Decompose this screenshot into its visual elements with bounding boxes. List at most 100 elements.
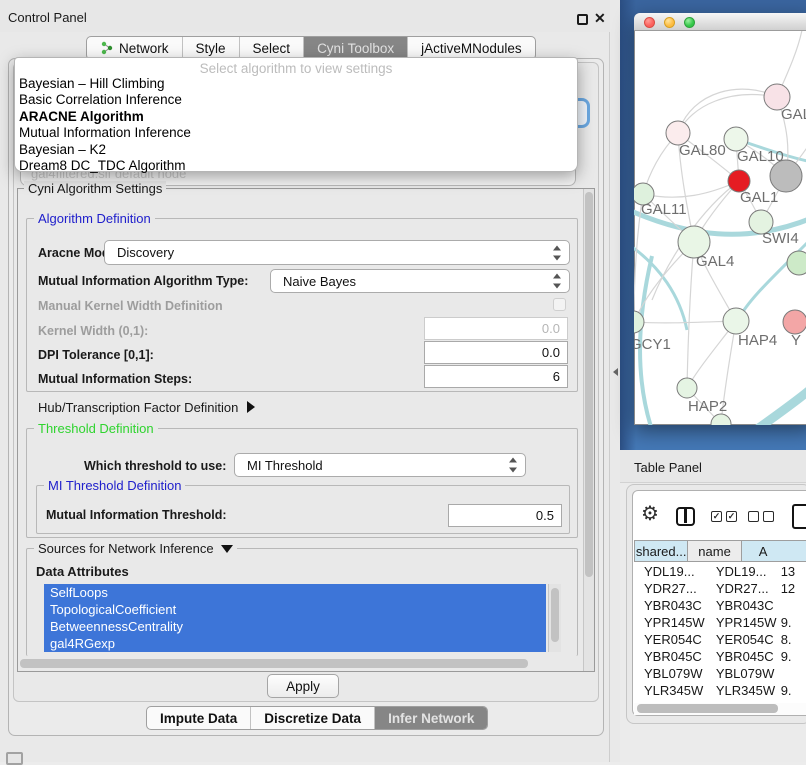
which-threshold-combo[interactable]: MI Threshold bbox=[234, 453, 526, 477]
mi-type-combo[interactable]: Naive Bayes bbox=[270, 269, 570, 293]
dpi-tolerance-field[interactable]: 0.0 bbox=[424, 341, 568, 364]
algorithm-dropdown-placeholder: Select algorithm to view settings bbox=[15, 58, 577, 76]
mi-threshold-label: Mutual Information Threshold: bbox=[46, 508, 227, 522]
network-node[interactable] bbox=[723, 308, 749, 334]
data-attribute-item[interactable]: gal4RGexp bbox=[44, 635, 546, 652]
float-panel-icon[interactable] bbox=[577, 14, 588, 25]
table-row[interactable]: YDR27...YDR27...12 bbox=[634, 580, 806, 597]
table-cell bbox=[778, 597, 806, 614]
algorithm-option[interactable]: Bayesian – K2 bbox=[15, 142, 577, 158]
settings-vertical-scrollbar[interactable] bbox=[583, 189, 594, 671]
panel-splitter[interactable] bbox=[610, 0, 620, 762]
table-cell: 8. bbox=[778, 631, 806, 648]
tab-cyni-toolbox[interactable]: Cyni Toolbox bbox=[304, 37, 408, 59]
table-cell: YBR045C bbox=[634, 648, 706, 665]
settings-group-title: Cyni Algorithm Settings bbox=[24, 181, 166, 196]
algorithm-option[interactable]: Mutual Information Inference bbox=[15, 125, 577, 141]
panel-corner-icon[interactable] bbox=[6, 752, 23, 765]
gear-icon[interactable]: ⚙ bbox=[641, 504, 659, 524]
network-edge[interactable] bbox=[643, 181, 739, 197]
dpi-tolerance-label: DPI Tolerance [0,1]: bbox=[38, 348, 154, 362]
settings-hscroll-thumb[interactable] bbox=[20, 659, 528, 668]
hub-expand-icon[interactable] bbox=[247, 401, 255, 413]
apply-button[interactable]: Apply bbox=[267, 674, 339, 698]
table-body: YDL19...YDL19...13YDR27...YDR27...12YBR0… bbox=[634, 563, 806, 703]
kernel-width-field[interactable]: 0.0 bbox=[424, 317, 568, 340]
table-cell: YBR043C bbox=[634, 597, 706, 614]
network-node[interactable] bbox=[787, 251, 806, 275]
table-row[interactable]: YER054CYER054C8. bbox=[634, 631, 806, 648]
tab-discretize-data[interactable]: Discretize Data bbox=[251, 707, 375, 729]
network-edge[interactable] bbox=[687, 242, 694, 388]
data-attribute-item[interactable]: TopologicalCoefficient bbox=[44, 601, 546, 618]
table-header-row: shared... name A bbox=[634, 540, 806, 562]
network-node-label: GAL4 bbox=[696, 253, 734, 270]
sources-collapse-icon[interactable] bbox=[221, 545, 233, 553]
mi-steps-field[interactable]: 6 bbox=[424, 365, 568, 388]
attributes-scrollbar-thumb[interactable] bbox=[551, 588, 559, 642]
network-node[interactable] bbox=[783, 310, 806, 334]
window-zoom-icon[interactable] bbox=[684, 17, 695, 28]
aracne-mode-value: Discovery bbox=[117, 245, 174, 260]
data-attribute-item[interactable]: BetweennessCentrality bbox=[44, 618, 546, 635]
data-attributes-label: Data Attributes bbox=[36, 564, 129, 579]
table-row[interactable]: YDL19...YDL19...13 bbox=[634, 563, 806, 580]
manual-kernel-checkbox[interactable] bbox=[553, 298, 566, 311]
network-edge[interactable] bbox=[756, 388, 806, 425]
algorithm-option[interactable]: Basic Correlation Inference bbox=[15, 92, 577, 108]
tab-infer-network[interactable]: Infer Network bbox=[375, 707, 487, 729]
tab-jactivemnodules[interactable]: jActiveMNodules bbox=[408, 37, 535, 59]
table-cell: YDR27... bbox=[706, 580, 778, 597]
table-file-icon[interactable] bbox=[792, 504, 806, 529]
network-node[interactable] bbox=[677, 378, 697, 398]
attributes-scrollbar[interactable] bbox=[548, 584, 561, 652]
close-icon[interactable]: ✕ bbox=[594, 10, 606, 27]
mi-threshold-field[interactable]: 0.5 bbox=[448, 504, 562, 527]
tab-style[interactable]: Style bbox=[183, 37, 240, 59]
column-header-shared[interactable]: shared... bbox=[634, 541, 687, 561]
network-edge[interactable] bbox=[678, 95, 777, 133]
network-canvas[interactable]: GALGAL80GAL10GAL1GAL11SWI4GAL4GCY1HAP4YH… bbox=[634, 31, 806, 425]
aracne-mode-combo[interactable]: Discovery bbox=[104, 240, 570, 265]
column-header-partial[interactable]: A bbox=[741, 541, 806, 561]
algorithm-option[interactable]: ARACNE Algorithm bbox=[15, 109, 577, 125]
data-attributes-list[interactable]: SelfLoopsTopologicalCoefficientBetweenne… bbox=[44, 584, 546, 652]
table-row[interactable]: YBL079WYBL079W bbox=[634, 665, 806, 682]
tab-impute-data[interactable]: Impute Data bbox=[147, 707, 251, 729]
algorithm-option[interactable]: Dream8 DC_TDC Algorithm bbox=[15, 158, 577, 174]
threshold-definition-title: Threshold Definition bbox=[34, 421, 158, 436]
network-node-label: HAP2 bbox=[688, 398, 727, 415]
sources-group-title[interactable]: Sources for Network Inference bbox=[34, 541, 237, 556]
deselect-all-checkbox-icon[interactable] bbox=[763, 511, 774, 522]
window-minimize-icon[interactable] bbox=[664, 17, 675, 28]
tab-select[interactable]: Select bbox=[240, 37, 305, 59]
table-horizontal-scrollbar[interactable] bbox=[634, 703, 806, 715]
select-all-checkbox-icon[interactable]: ✓ bbox=[726, 511, 737, 522]
data-attribute-item[interactable]: SelfLoops bbox=[44, 584, 546, 601]
column-header-name[interactable]: name bbox=[687, 541, 740, 561]
network-edge[interactable] bbox=[738, 238, 806, 320]
network-node[interactable] bbox=[770, 160, 802, 192]
table-hscroll-thumb[interactable] bbox=[637, 704, 778, 713]
hub-definition-expander[interactable]: Hub/Transcription Factor Definition bbox=[38, 400, 255, 415]
table-row[interactable]: YBR043CYBR043C bbox=[634, 597, 806, 614]
splitter-collapse-arrow[interactable] bbox=[613, 368, 618, 376]
algorithm-option[interactable]: Bayesian – Hill Climbing bbox=[15, 76, 577, 92]
network-edge[interactable] bbox=[678, 89, 777, 133]
settings-vscroll-thumb[interactable] bbox=[585, 192, 593, 577]
network-node-label: SWI4 bbox=[762, 230, 799, 247]
window-close-icon[interactable] bbox=[644, 17, 655, 28]
table-row[interactable]: YBR045CYBR045C9. bbox=[634, 648, 806, 665]
table-cell: YDL19... bbox=[706, 563, 778, 580]
tab-network[interactable]: Network bbox=[87, 37, 183, 59]
table-row[interactable]: YPR145WYPR145W9. bbox=[634, 614, 806, 631]
network-node-label: GCY1 bbox=[634, 336, 671, 353]
columns-icon[interactable] bbox=[676, 507, 695, 526]
table-panel-title: Table Panel bbox=[634, 460, 702, 475]
table-row[interactable]: YIL052CYIL052C9 bbox=[634, 699, 806, 703]
settings-horizontal-scrollbar[interactable] bbox=[18, 657, 582, 670]
deselect-all-checkbox-icon[interactable] bbox=[748, 511, 759, 522]
network-window-titlebar[interactable] bbox=[634, 13, 806, 31]
select-all-checkbox-icon[interactable]: ✓ bbox=[711, 511, 722, 522]
table-row[interactable]: YLR345WYLR345W9. bbox=[634, 682, 806, 699]
